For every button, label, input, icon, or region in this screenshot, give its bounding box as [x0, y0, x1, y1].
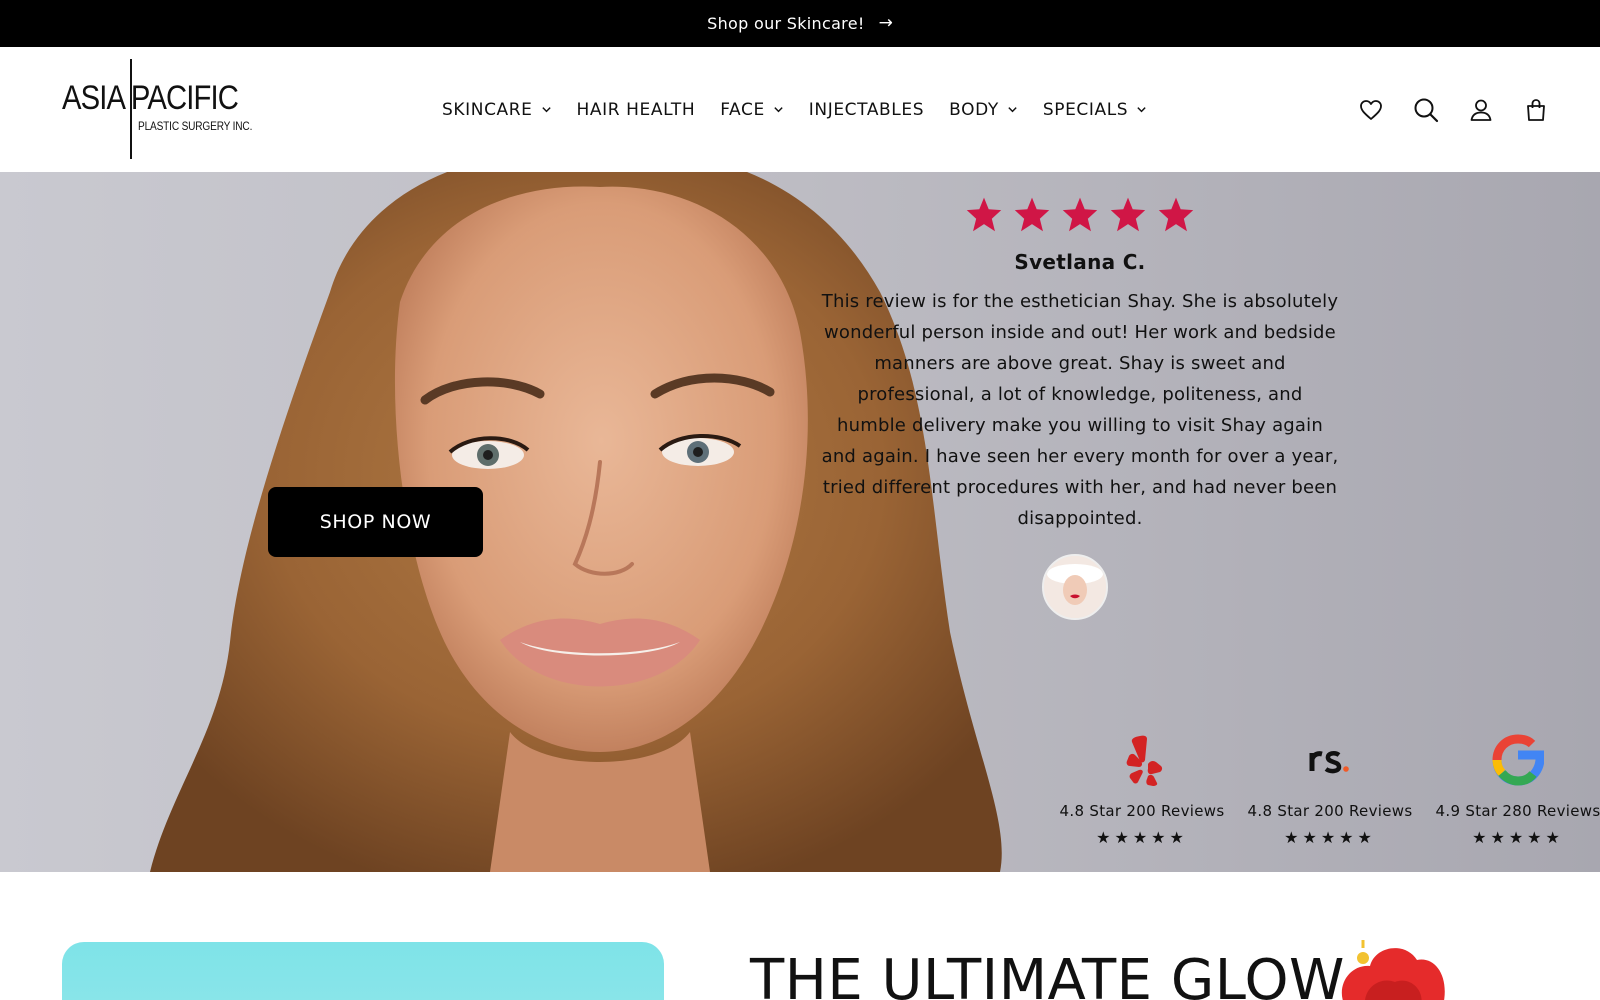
- header-icons: [1356, 47, 1550, 172]
- rating-stars: ★★★★★: [1096, 828, 1188, 847]
- chevron-down-icon: [541, 107, 551, 113]
- rating-google[interactable]: 4.9 Star 280 Reviews ★★★★★: [1424, 732, 1600, 847]
- review-stars: [820, 196, 1340, 240]
- section-title: THE ULTIMATE GLOW: [750, 948, 1345, 1000]
- site-logo[interactable]: ASIA PACIFIC PLASTIC SURGERY INC.: [62, 59, 252, 161]
- rating-stars: ★★★★★: [1284, 828, 1376, 847]
- nav-item-label: HAIR HEALTH: [576, 99, 696, 120]
- testimonial: Svetlana C. This review is for the esthe…: [820, 196, 1340, 534]
- nav-item-skincare[interactable]: SKINCARE: [442, 100, 552, 120]
- nav-item-body[interactable]: BODY: [949, 100, 1018, 120]
- reviewer-name: Svetlana C.: [1014, 250, 1146, 274]
- nav-item-label: SPECIALS: [1042, 99, 1129, 120]
- star-icon: [1158, 197, 1194, 232]
- main-nav: SKINCARE HAIR HEALTH FACE INJECTABLES BO…: [442, 47, 1147, 172]
- rating-text: 4.8 Star 200 Reviews: [1059, 802, 1225, 820]
- rating-stars: ★★★★★: [1472, 828, 1564, 847]
- promo-card[interactable]: [62, 942, 664, 1000]
- heart-icon[interactable]: [1356, 95, 1385, 124]
- hero-banner: SHOP NOW Svetlana C. This review is for …: [0, 172, 1600, 872]
- nav-item-label: INJECTABLES: [808, 99, 925, 120]
- star-icon: [966, 197, 1002, 232]
- review-text: This review is for the esthetician Shay.…: [821, 291, 1339, 529]
- rating-text: 4.8 Star 200 Reviews: [1247, 802, 1413, 820]
- nav-item-label: FACE: [720, 99, 765, 120]
- realself-icon: [1236, 732, 1424, 788]
- search-icon[interactable]: [1411, 95, 1440, 124]
- account-icon[interactable]: [1466, 95, 1495, 124]
- nav-item-hair-health[interactable]: HAIR HEALTH: [577, 100, 696, 120]
- chevron-down-icon: [1008, 107, 1017, 113]
- rating-realself[interactable]: 4.8 Star 200 Reviews ★★★★★: [1236, 732, 1424, 847]
- review-platforms: 4.8 Star 200 Reviews ★★★★★ 4.8 Star 200 …: [1048, 732, 1600, 847]
- reviewer-avatar: [1042, 554, 1108, 620]
- arrow-right-icon: →: [878, 13, 893, 33]
- star-icon: [1014, 197, 1050, 232]
- star-icon: [1110, 197, 1146, 232]
- nav-item-specials[interactable]: SPECIALS: [1043, 100, 1147, 120]
- google-icon: [1424, 732, 1600, 788]
- announcement-bar[interactable]: Shop our Skincare! →: [0, 0, 1600, 47]
- announcement-text[interactable]: Shop our Skincare!: [707, 14, 864, 33]
- chevron-down-icon: [774, 107, 783, 113]
- site-header: ASIA PACIFIC PLASTIC SURGERY INC. SKINCA…: [0, 47, 1600, 172]
- logo-divider: [130, 59, 132, 159]
- nav-item-label: BODY: [949, 99, 999, 120]
- logo-sub-text: PLASTIC SURGERY INC.: [138, 121, 253, 133]
- nav-item-face[interactable]: FACE: [720, 100, 784, 120]
- rating-yelp[interactable]: 4.8 Star 200 Reviews ★★★★★: [1048, 732, 1236, 847]
- yelp-icon: [1048, 732, 1236, 788]
- rating-text: 4.9 Star 280 Reviews: [1435, 802, 1600, 820]
- logo-main-text: ASIA PACIFIC: [62, 79, 239, 117]
- nav-item-label: SKINCARE: [442, 99, 533, 120]
- shop-now-button[interactable]: SHOP NOW: [268, 487, 483, 557]
- chevron-down-icon: [1137, 107, 1146, 113]
- star-icon: [1062, 197, 1098, 232]
- cart-icon[interactable]: [1521, 95, 1550, 124]
- flower-image: [1341, 940, 1445, 1000]
- nav-item-injectables[interactable]: INJECTABLES: [809, 100, 924, 120]
